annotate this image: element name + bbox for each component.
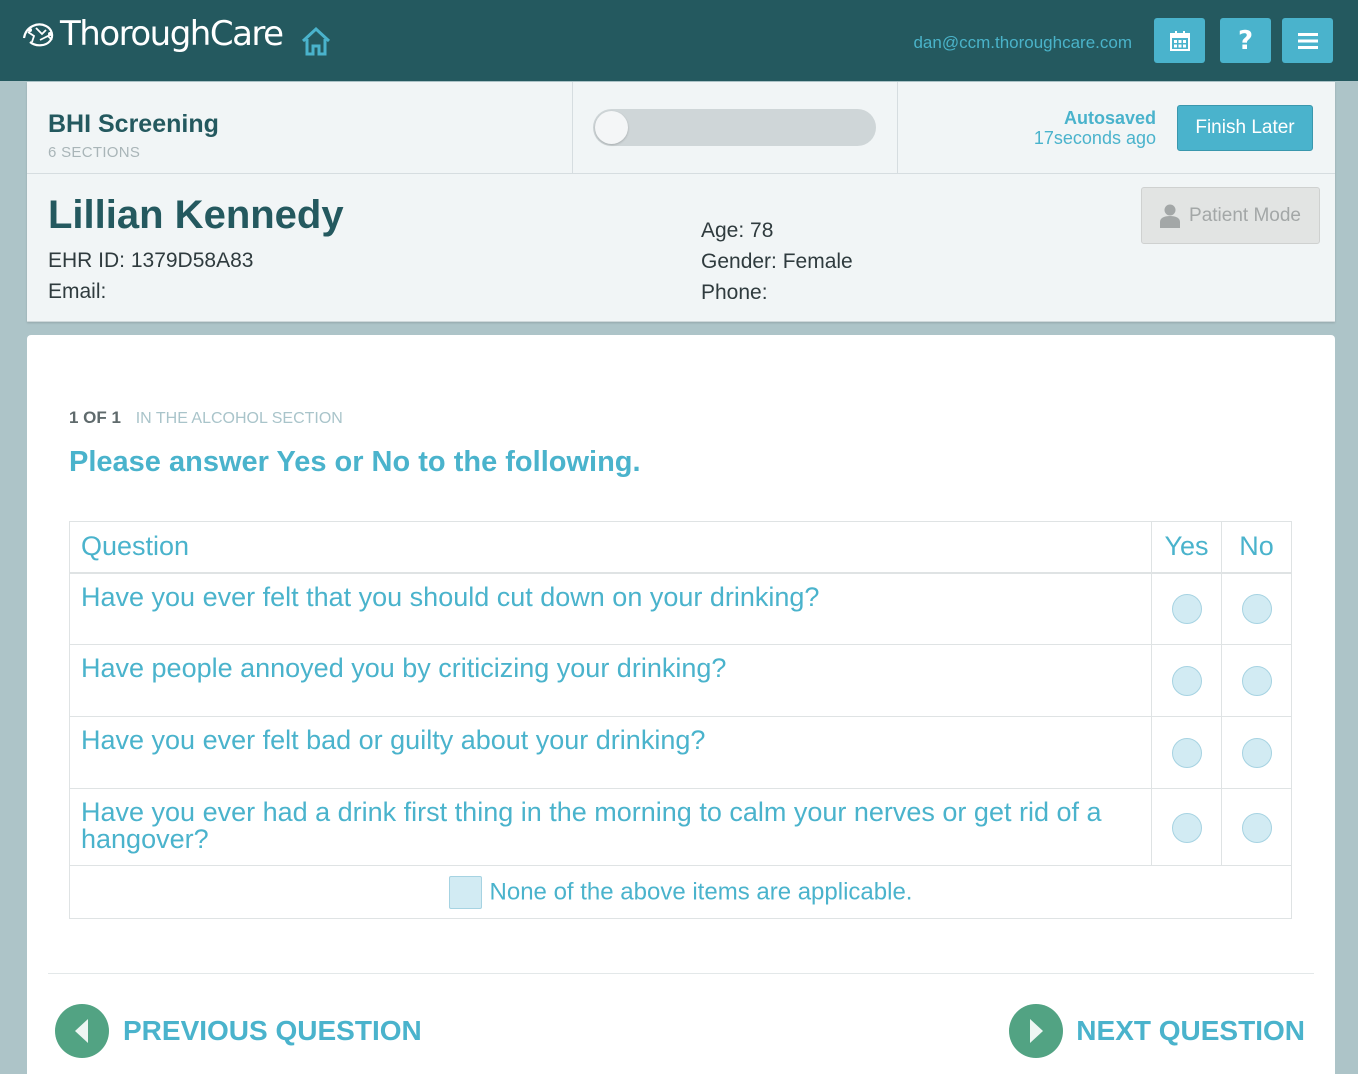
finish-later-button[interactable]: Finish Later <box>1177 105 1313 151</box>
next-question-button[interactable]: NEXT QUESTION <box>1009 1004 1305 1058</box>
divider <box>897 82 898 174</box>
question-count: 1 OF 1 <box>69 408 121 427</box>
progress-knob <box>595 111 628 144</box>
menu-button[interactable] <box>1282 18 1333 63</box>
no-radio[interactable] <box>1241 666 1272 696</box>
patient-mode-button[interactable]: Patient Mode <box>1141 187 1320 244</box>
yes-cell <box>1151 788 1222 866</box>
previous-question-button[interactable]: PREVIOUS QUESTION <box>55 1004 422 1058</box>
triangle-right-icon <box>1030 1019 1044 1043</box>
logo-icon <box>22 23 54 47</box>
no-cell <box>1221 788 1292 866</box>
menu-icon <box>1297 32 1318 49</box>
table-row: Have you ever had a drink first thing in… <box>69 788 1292 866</box>
patient-gender: Gender: Female <box>701 250 853 273</box>
user-icon <box>1160 204 1181 228</box>
yes-cell <box>1151 716 1222 789</box>
question-text: Have people annoyed you by criticizing y… <box>69 644 1152 717</box>
table-row: Have people annoyed you by criticizing y… <box>69 644 1292 717</box>
footer-divider <box>48 973 1314 974</box>
patient-ehr-id: EHR ID: 1379D58A83 <box>48 249 254 272</box>
previous-question-label: PREVIOUS QUESTION <box>123 1015 422 1046</box>
patient-name: Lillian Kennedy <box>48 193 344 237</box>
next-question-label: NEXT QUESTION <box>1076 1015 1305 1046</box>
previous-circle <box>55 1004 109 1058</box>
table-header-row: Question Yes No <box>69 521 1292 574</box>
yes-radio[interactable] <box>1171 738 1202 768</box>
help-button[interactable]: ? <box>1220 18 1271 63</box>
yes-radio[interactable] <box>1171 666 1202 696</box>
table-row: Have you ever felt bad or guilty about y… <box>69 716 1292 789</box>
column-header-no: No <box>1221 521 1292 574</box>
patient-age: Age: 78 <box>701 219 774 242</box>
no-cell <box>1221 716 1292 789</box>
question-text: Have you ever had a drink first thing in… <box>69 788 1152 866</box>
patient-phone: Phone: <box>701 281 768 304</box>
none-applicable-row: None of the above items are applicable. <box>69 865 1292 919</box>
autosaved-label: Autosaved <box>1063 108 1156 128</box>
none-applicable-checkbox[interactable] <box>448 875 482 909</box>
question-counter: 1 OF 1 IN THE ALCOHOL SECTION <box>69 408 343 428</box>
no-radio[interactable] <box>1241 594 1272 625</box>
top-navbar: ThoroughCare dan@ccm.thoroughcare.com ? <box>0 0 1358 81</box>
assessment-header: BHI Screening 6 SECTIONS Autosaved 17sec… <box>27 82 1335 322</box>
no-cell <box>1221 572 1292 645</box>
assessment-title: BHI Screening <box>48 110 219 138</box>
no-radio[interactable] <box>1241 738 1272 768</box>
yes-cell <box>1151 644 1222 717</box>
question-section: IN THE ALCOHOL SECTION <box>135 410 343 427</box>
brand-logo[interactable]: ThoroughCare <box>20 14 284 54</box>
user-email-link[interactable]: dan@ccm.thoroughcare.com <box>913 33 1132 53</box>
patient-email: Email: <box>48 280 107 303</box>
progress-bar <box>593 109 876 146</box>
yes-radio[interactable] <box>1171 594 1202 625</box>
column-header-yes: Yes <box>1151 521 1222 574</box>
assessment-toolbar: BHI Screening 6 SECTIONS Autosaved 17sec… <box>27 82 1335 174</box>
question-text: Have you ever felt that you should cut d… <box>69 572 1152 645</box>
autosaved-time: 17seconds ago <box>1033 128 1156 148</box>
triangle-left-icon <box>75 1019 88 1043</box>
question-text: Have you ever felt bad or guilty about y… <box>69 716 1152 789</box>
autosave-status: Autosaved 17seconds ago <box>1034 108 1156 148</box>
none-applicable-label: None of the above items are applicable. <box>489 878 913 905</box>
yes-cell <box>1151 572 1222 645</box>
question-table: Question Yes No Have you ever felt that … <box>69 521 1292 919</box>
patient-mode-label: Patient Mode <box>1189 204 1301 226</box>
question-prompt: Please answer Yes or No to the following… <box>69 446 641 478</box>
calendar-button[interactable] <box>1154 18 1205 63</box>
help-icon: ? <box>1237 25 1254 56</box>
divider <box>572 82 573 174</box>
brand-name: ThoroughCare <box>60 14 284 54</box>
no-cell <box>1221 644 1292 717</box>
next-circle <box>1009 1004 1064 1058</box>
column-header-question: Question <box>69 521 1152 574</box>
calendar-icon <box>1169 30 1190 51</box>
table-row: Have you ever felt that you should cut d… <box>69 572 1292 645</box>
assessment-sections: 6 SECTIONS <box>48 144 141 161</box>
home-icon[interactable] <box>300 26 332 56</box>
yes-radio[interactable] <box>1171 812 1202 843</box>
none-applicable-cell: None of the above items are applicable. <box>69 865 1292 919</box>
no-radio[interactable] <box>1241 812 1272 843</box>
question-card: 1 OF 1 IN THE ALCOHOL SECTION Please ans… <box>27 335 1335 1074</box>
